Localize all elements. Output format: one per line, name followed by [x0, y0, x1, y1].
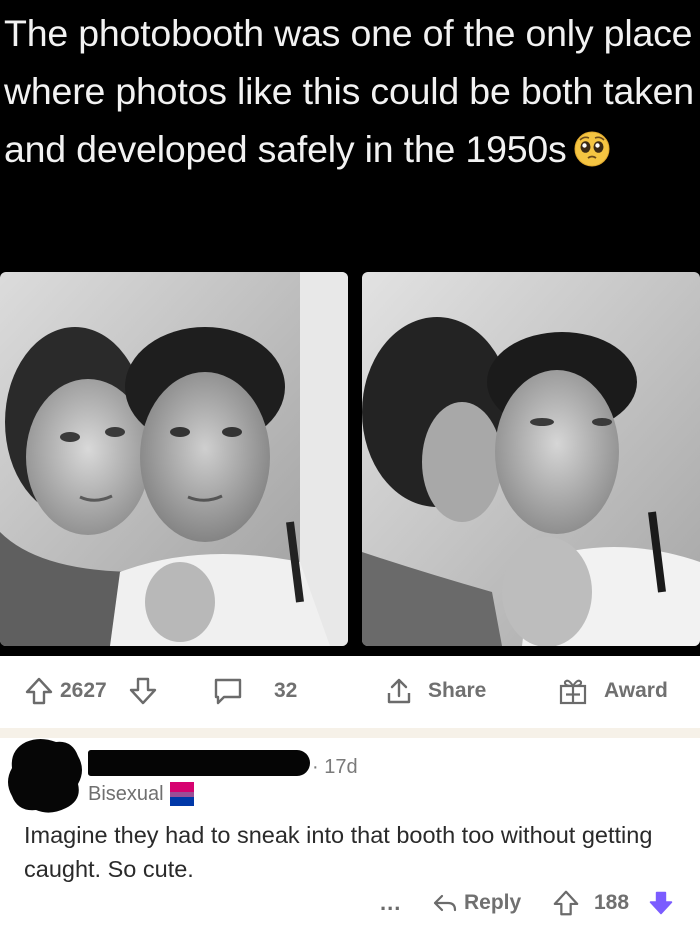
comment-downvote-button[interactable] [648, 886, 674, 920]
reply-button[interactable]: Reply [432, 886, 521, 920]
comment: · 17d Bisexual Imagine they had to sneak… [0, 738, 700, 929]
upvote-button[interactable]: 2627 [24, 676, 107, 706]
user-flair: Bisexual [88, 782, 194, 806]
more-options-button[interactable]: ... [380, 886, 401, 920]
award-button[interactable]: Award [558, 676, 668, 706]
section-divider [0, 728, 700, 738]
reply-arrow-icon [433, 894, 457, 912]
downvote-button[interactable] [128, 676, 158, 706]
pleading-face-icon [573, 126, 611, 184]
share-icon [387, 678, 411, 704]
redacted-avatar [6, 738, 84, 819]
gift-award-icon [559, 679, 587, 705]
comment-timestamp: · 17d [312, 756, 358, 778]
upvote-arrow-icon [553, 890, 579, 916]
downvote-arrow-icon [129, 677, 157, 705]
photobooth-photo-left [0, 272, 348, 646]
photobooth-photo-right [362, 272, 700, 646]
comment-count: 32 [274, 679, 298, 702]
post-action-bar: 2627 32 Share Award [0, 656, 700, 726]
tweet-text: The photobooth was one of the only place… [4, 4, 694, 184]
comment-score: 188 [594, 891, 630, 914]
comment-action-bar: ... Reply 188 [0, 886, 700, 920]
bisexual-flag-icon [169, 782, 194, 806]
upvote-count: 2627 [60, 679, 107, 702]
flair-text: Bisexual [88, 782, 164, 805]
share-label: Share [428, 679, 487, 702]
upvote-arrow-icon [25, 677, 53, 705]
share-button[interactable]: Share [384, 676, 486, 706]
downvote-arrow-icon [649, 891, 673, 915]
reply-label: Reply [464, 891, 522, 914]
tweet-screenshot: The photobooth was one of the only place… [0, 0, 700, 656]
comment-body: Imagine they had to sneak into that boot… [24, 822, 653, 882]
photobooth-strip [0, 272, 700, 646]
comment-upvote-button[interactable] [552, 886, 580, 920]
comments-button[interactable]: 32 [212, 676, 297, 706]
award-label: Award [604, 679, 668, 702]
comment-bubble-icon [214, 678, 242, 705]
redacted-username [88, 750, 310, 776]
